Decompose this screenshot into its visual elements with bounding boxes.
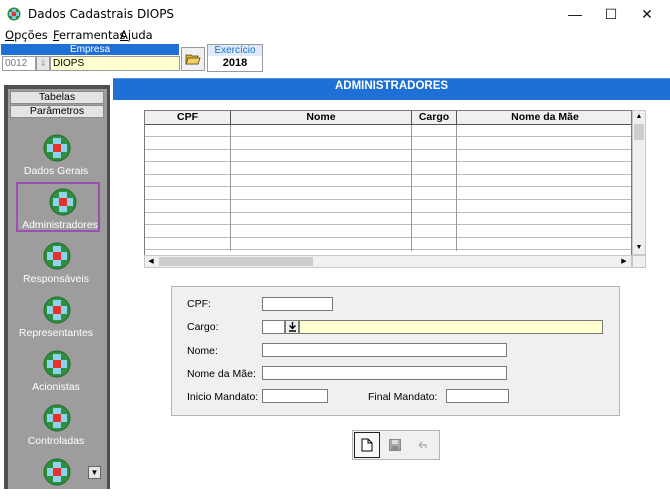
- sidebar-item-respons-veis[interactable]: Responsáveis: [12, 238, 100, 288]
- sidebar-item-label: Representantes: [18, 327, 94, 339]
- sidebar-item-label: Administradores: [22, 219, 98, 231]
- window-title: Dados Cadastrais DIOPS: [28, 7, 175, 21]
- inicio-mandato-label: Inicio Mandato:: [187, 391, 259, 403]
- table-row[interactable]: [145, 213, 631, 226]
- tab-tabelas[interactable]: Tabelas: [10, 91, 104, 104]
- sidebar-item-administradores[interactable]: Administradores: [16, 182, 100, 232]
- section-title: ADMINISTRADORES: [334, 80, 449, 92]
- column-divider: [230, 125, 231, 251]
- final-mandato-input[interactable]: [446, 389, 509, 403]
- sidebar-item-dados-gerais[interactable]: Dados Gerais: [12, 130, 100, 180]
- empresa-header: Empresa: [1, 44, 179, 55]
- table-row[interactable]: [145, 163, 631, 175]
- sidebar-item-label: Acionistas: [32, 381, 80, 393]
- floppy-disk-icon: [389, 439, 401, 451]
- save-button[interactable]: [382, 432, 408, 458]
- module-orb-icon: [43, 134, 71, 162]
- final-mandato-label: Final Mandato:: [368, 391, 438, 403]
- scroll-thumb[interactable]: [634, 124, 644, 140]
- folder-icon: [185, 54, 201, 65]
- module-orb-icon: [43, 458, 71, 486]
- table-row[interactable]: [145, 138, 631, 150]
- scroll-left-icon[interactable]: ◀: [145, 256, 157, 267]
- menu-ferramentas[interactable]: Ferramentas: [53, 28, 126, 42]
- grid-vertical-scrollbar[interactable]: ▲ ▼: [632, 110, 646, 255]
- module-orb-icon: [49, 188, 77, 216]
- download-arrow-icon: [288, 322, 296, 332]
- cargo-label: Cargo:: [187, 321, 219, 333]
- cargo-dropdown-button[interactable]: [285, 320, 299, 334]
- sidebar-item-label: Controladas: [27, 435, 85, 447]
- column-divider: [456, 125, 457, 251]
- app-icon: [7, 7, 21, 21]
- table-row[interactable]: [145, 226, 631, 238]
- sidebar-item-label: Responsáveis: [23, 273, 89, 285]
- exercicio-label: Exercício: [208, 45, 262, 56]
- table-row[interactable]: [145, 238, 631, 251]
- sidebar-item-label: Dados Gerais: [23, 165, 89, 177]
- table-row[interactable]: [145, 188, 631, 200]
- sidebar-item-partial[interactable]: [12, 454, 100, 504]
- module-orb-icon: [43, 242, 71, 270]
- sidebar-item-controladas[interactable]: Controladas: [12, 400, 100, 450]
- module-orb-icon: [43, 350, 71, 378]
- undo-button[interactable]: [410, 432, 436, 458]
- tab-parametros[interactable]: Parâmetros: [10, 105, 104, 118]
- empresa-code-field[interactable]: 0012: [2, 56, 36, 71]
- nome-input[interactable]: [262, 343, 507, 357]
- cpf-input[interactable]: [262, 297, 333, 311]
- empresa-dropdown-icon[interactable]: ⇓: [36, 56, 50, 71]
- column-header-nome-mae[interactable]: Nome da Mãe: [457, 111, 631, 125]
- table-row[interactable]: [145, 150, 631, 163]
- sidebar-item-acionistas[interactable]: Acionistas: [12, 346, 100, 396]
- module-orb-icon: [43, 404, 71, 432]
- menu-ajuda[interactable]: Ajuda: [120, 28, 153, 42]
- sidebar-item-representantes[interactable]: Representantes: [12, 292, 100, 342]
- column-header-cpf[interactable]: CPF: [145, 111, 231, 125]
- inicio-mandato-input[interactable]: [262, 389, 328, 403]
- undo-arrow-icon: [418, 441, 427, 449]
- sidebar-scroll-down-button[interactable]: ▼: [88, 466, 101, 479]
- close-button[interactable]: ✕: [624, 0, 670, 28]
- table-row[interactable]: [145, 125, 631, 137]
- new-document-icon: [361, 438, 373, 452]
- nome-mae-label: Nome da Mãe:: [187, 368, 256, 380]
- column-header-nome[interactable]: Nome: [231, 111, 412, 125]
- open-folder-button[interactable]: [181, 47, 205, 71]
- menu-opcoes[interactable]: Opções: [5, 28, 48, 42]
- empresa-name-field[interactable]: DIOPS: [50, 56, 180, 71]
- exercicio-year: 2018: [222, 57, 248, 69]
- cpf-label: CPF:: [187, 298, 211, 310]
- grid-horizontal-scrollbar[interactable]: ◀ ▶: [144, 255, 632, 268]
- scroll-corner: [632, 255, 646, 268]
- scroll-right-icon[interactable]: ▶: [618, 256, 630, 267]
- nome-label: Nome:: [187, 345, 218, 357]
- column-header-cargo[interactable]: Cargo: [412, 111, 457, 125]
- cargo-code-input[interactable]: [262, 320, 285, 334]
- new-record-button[interactable]: [354, 432, 380, 458]
- scroll-down-icon[interactable]: ▼: [633, 242, 645, 254]
- menu-bar: Opções Ferramentas Ajuda: [0, 28, 670, 42]
- column-divider: [411, 125, 412, 251]
- cargo-description-field[interactable]: [299, 320, 603, 334]
- scroll-thumb[interactable]: [159, 257, 313, 266]
- table-row[interactable]: [145, 201, 631, 213]
- module-orb-icon: [43, 296, 71, 324]
- triangle-down-icon: ▼: [90, 468, 99, 477]
- nome-mae-input[interactable]: [262, 366, 507, 380]
- table-row[interactable]: [145, 175, 631, 188]
- administradores-grid[interactable]: CPF Nome Cargo Nome da Mãe: [144, 110, 632, 268]
- scroll-up-icon[interactable]: ▲: [633, 111, 645, 123]
